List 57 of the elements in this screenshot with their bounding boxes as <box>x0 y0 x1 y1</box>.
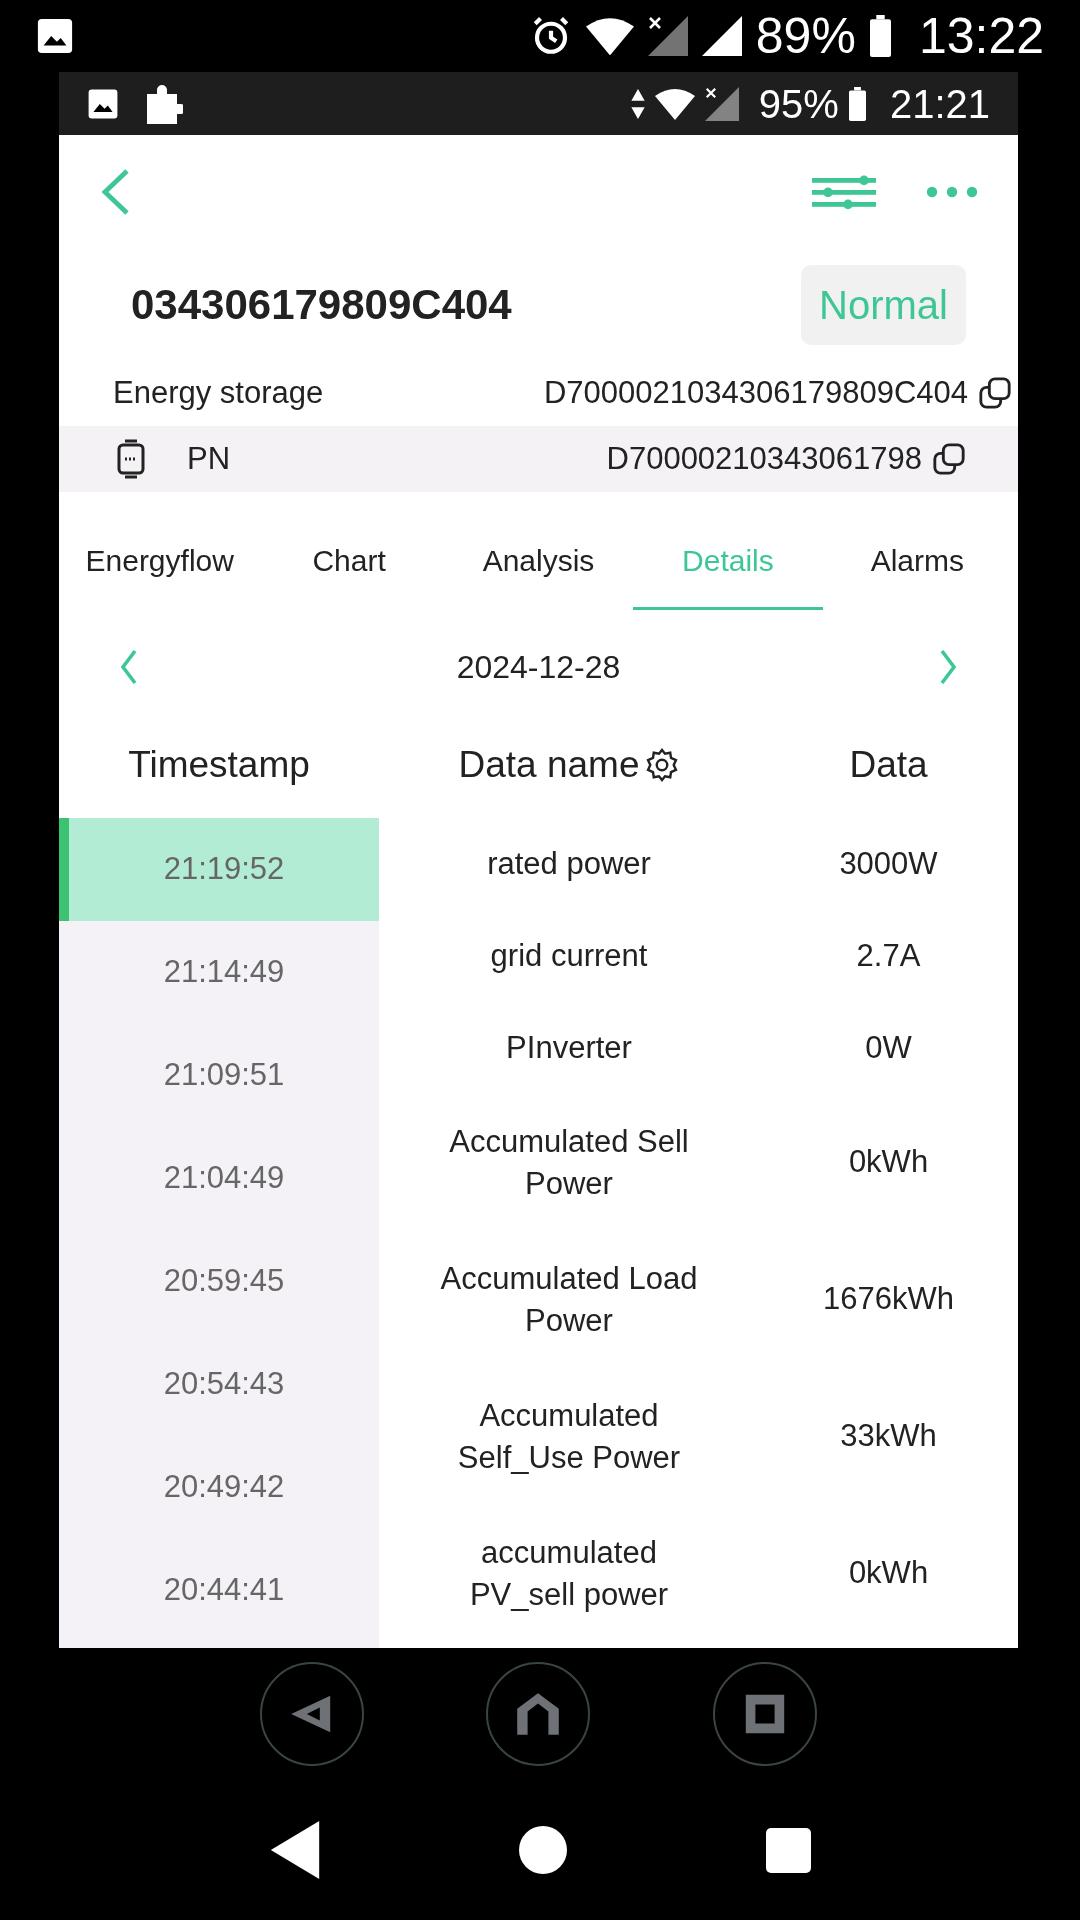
timestamp-item[interactable]: 20:44:41 <box>59 1539 379 1642</box>
data-value-cell-text: 1676kWh <box>822 1280 955 1319</box>
timestamp-item[interactable]: 21:14:49 <box>59 921 379 1024</box>
timestamp-item[interactable]: 20:59:45 <box>59 1230 379 1333</box>
battery-icon <box>869 15 891 57</box>
data-value-cell-text: 2.7A <box>855 936 922 975</box>
clock-time: 21:21 <box>889 83 990 124</box>
date-label: 2024-12-28 <box>455 648 622 687</box>
puzzle-piece-icon <box>147 83 183 124</box>
data-arrows-icon <box>630 88 645 119</box>
device-icon <box>117 439 145 479</box>
back-button[interactable] <box>269 1821 320 1879</box>
data-name-cell-text: Accumulated Self_Use Power <box>456 1396 682 1477</box>
signal-icon <box>704 86 739 121</box>
signal-icon <box>647 16 688 56</box>
device-serial-title: 034306179809C404 <box>131 280 512 330</box>
data-name-cell-text: PInverter <box>505 1029 633 1067</box>
home-button[interactable] <box>518 1826 567 1874</box>
data-value-cell-text: 0W <box>864 1028 913 1067</box>
signal-icon <box>701 16 742 56</box>
data-value-cell-text: 0kWh <box>847 1554 930 1593</box>
timestamp-item[interactable]: 20:49:42 <box>59 1436 379 1539</box>
tab[interactable]: Alarms <box>822 514 1013 610</box>
tab[interactable]: Analysis <box>443 514 634 610</box>
column-header: Data name <box>458 743 640 788</box>
data-name-cell-text: Accumulated Load Power <box>439 1259 699 1340</box>
timestamp-item[interactable]: 21:09:51 <box>59 1024 379 1127</box>
wifi-icon <box>654 87 695 120</box>
clock-time: 13:22 <box>918 11 1044 61</box>
image-icon <box>36 17 74 55</box>
data-name-cell-text: accumulated PV_sell power <box>468 1533 670 1614</box>
info-label: PN <box>187 439 231 478</box>
recents-button[interactable] <box>765 1827 811 1873</box>
wifi-icon <box>585 16 634 56</box>
data-value-cell-text: 33kWh <box>839 1417 938 1456</box>
tab[interactable]: Chart <box>254 514 444 610</box>
data-value-cell-text: 0kWh <box>847 1143 930 1182</box>
data-value-cell-text: 3000W <box>838 844 939 883</box>
timestamp-item[interactable]: 21:19:52 <box>59 818 379 921</box>
info-value: D70000210343061798 <box>606 439 922 478</box>
info-value: D7000021034306179809C404 <box>543 373 968 412</box>
data-name-cell-text: rated power <box>486 845 652 883</box>
info-label: Energy storage <box>113 373 324 412</box>
column-header: Data <box>848 743 929 788</box>
battery-percentage: 95% <box>758 83 839 124</box>
column-header: Timestamp <box>127 743 311 788</box>
battery-percentage: 89% <box>755 11 856 61</box>
battery-icon <box>848 86 866 121</box>
image-icon <box>87 87 119 120</box>
data-name-cell-text: Accumulated Sell Power <box>448 1122 690 1203</box>
copy-icon[interactable] <box>932 442 966 476</box>
status-badge: Normal <box>801 264 966 345</box>
tab[interactable]: Energyflow <box>65 514 255 610</box>
timestamp-item[interactable]: 20:54:43 <box>59 1333 379 1436</box>
copy-icon[interactable] <box>978 376 1012 410</box>
data-name-cell-text: grid current <box>489 937 649 975</box>
timestamp-item[interactable]: 21:04:49 <box>59 1127 379 1230</box>
